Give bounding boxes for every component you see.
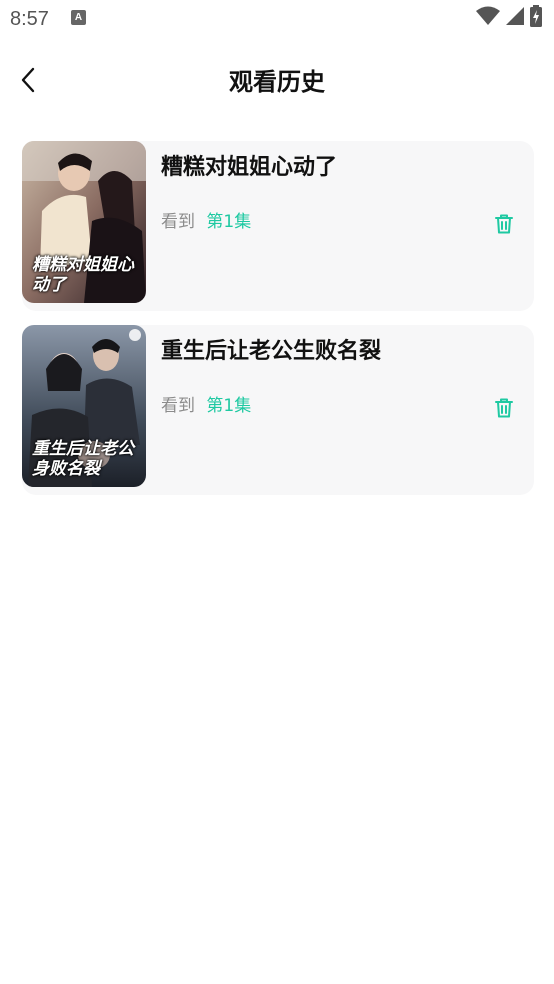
page-title: 观看历史 [229, 68, 325, 96]
delete-button[interactable] [492, 214, 516, 238]
cover-title: 糟糕对姐姐心动了 [32, 255, 134, 295]
trash-icon [495, 214, 513, 238]
delete-button[interactable] [492, 398, 516, 422]
header: 观看历史 [0, 50, 554, 114]
signal-icon [506, 6, 524, 30]
battery-icon [530, 5, 542, 31]
wifi-icon [476, 6, 500, 30]
cover-title: 重生后让老公身败名裂 [32, 439, 134, 479]
watch-progress: 看到 第1集 [161, 393, 251, 419]
progress-episode[interactable]: 第1集 [206, 396, 251, 416]
screen: 8:57 A 观看历史 糟糕对姐姐心动了 糟糕对姐姐心动了 看到 第1集 重生后… [0, 0, 554, 984]
history-list: 糟糕对姐姐心动了 糟糕对姐姐心动了 看到 第1集 重生后让老公身败名裂 重生后让… [22, 141, 534, 509]
trash-icon [495, 398, 513, 422]
drama-cover[interactable]: 重生后让老公身败名裂 [22, 325, 146, 487]
status-bar: 8:57 A [0, 0, 554, 40]
history-item[interactable]: 重生后让老公身败名裂 重生后让老公生败名裂 看到 第1集 [22, 325, 534, 495]
drama-title: 重生后让老公生败名裂 [161, 339, 382, 364]
progress-prefix: 看到 [161, 396, 195, 416]
drama-title: 糟糕对姐姐心动了 [161, 155, 338, 180]
status-time: 8:57 [10, 8, 49, 30]
notification-icon: A [71, 10, 86, 25]
history-item[interactable]: 糟糕对姐姐心动了 糟糕对姐姐心动了 看到 第1集 [22, 141, 534, 311]
progress-episode[interactable]: 第1集 [206, 212, 251, 232]
status-icons [476, 5, 542, 31]
watch-progress: 看到 第1集 [161, 209, 251, 235]
progress-prefix: 看到 [161, 212, 195, 232]
drama-cover[interactable]: 糟糕对姐姐心动了 [22, 141, 146, 303]
